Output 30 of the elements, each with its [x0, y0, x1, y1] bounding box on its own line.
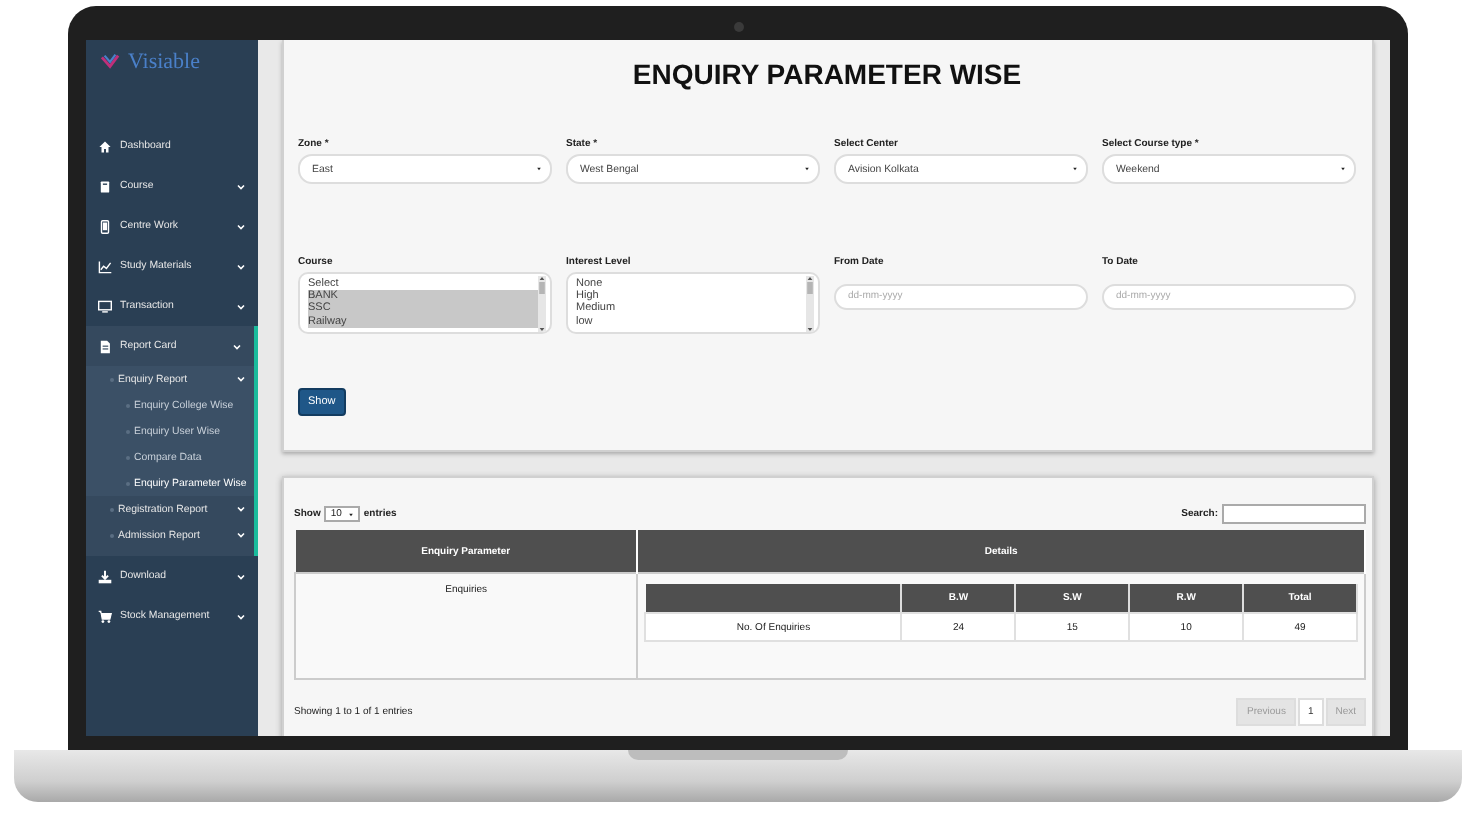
- camera-icon: [734, 22, 744, 32]
- chevron-down-icon: [232, 341, 242, 351]
- line-chart-icon: [98, 259, 112, 273]
- book-icon: [98, 179, 112, 193]
- scrollbar-drawing: [806, 276, 814, 332]
- download-icon: [98, 569, 112, 583]
- search-field[interactable]: [1222, 504, 1366, 524]
- logo-text: Visiable: [128, 52, 200, 74]
- chevron-down-icon: [236, 530, 246, 540]
- caret-down-icon: [1340, 166, 1346, 172]
- monitor-icon: [98, 299, 112, 313]
- chevron-down-icon: [236, 611, 246, 621]
- chevron-down-icon: [236, 374, 246, 384]
- chevron-down-icon: [236, 221, 246, 231]
- caret-down-icon: [347, 511, 354, 517]
- chevron-down-icon: [236, 181, 246, 191]
- shopping-cart-icon: [98, 609, 112, 623]
- scrollbar-drawing: [538, 276, 546, 332]
- mobile-phone-icon: [98, 219, 112, 233]
- home-icon: [98, 139, 112, 153]
- chevron-down-icon: [236, 261, 246, 271]
- chevron-down-icon: [236, 504, 246, 514]
- chevron-down-icon: [236, 301, 246, 311]
- caret-down-icon: [1072, 166, 1078, 172]
- logo-icon: [98, 52, 122, 70]
- chevron-down-icon: [236, 571, 246, 581]
- page-title: ENQUIRY PARAMETER WISE: [632, 58, 1022, 90]
- caret-down-icon: [536, 166, 542, 172]
- document-icon: [98, 339, 112, 353]
- caret-down-icon: [804, 166, 810, 172]
